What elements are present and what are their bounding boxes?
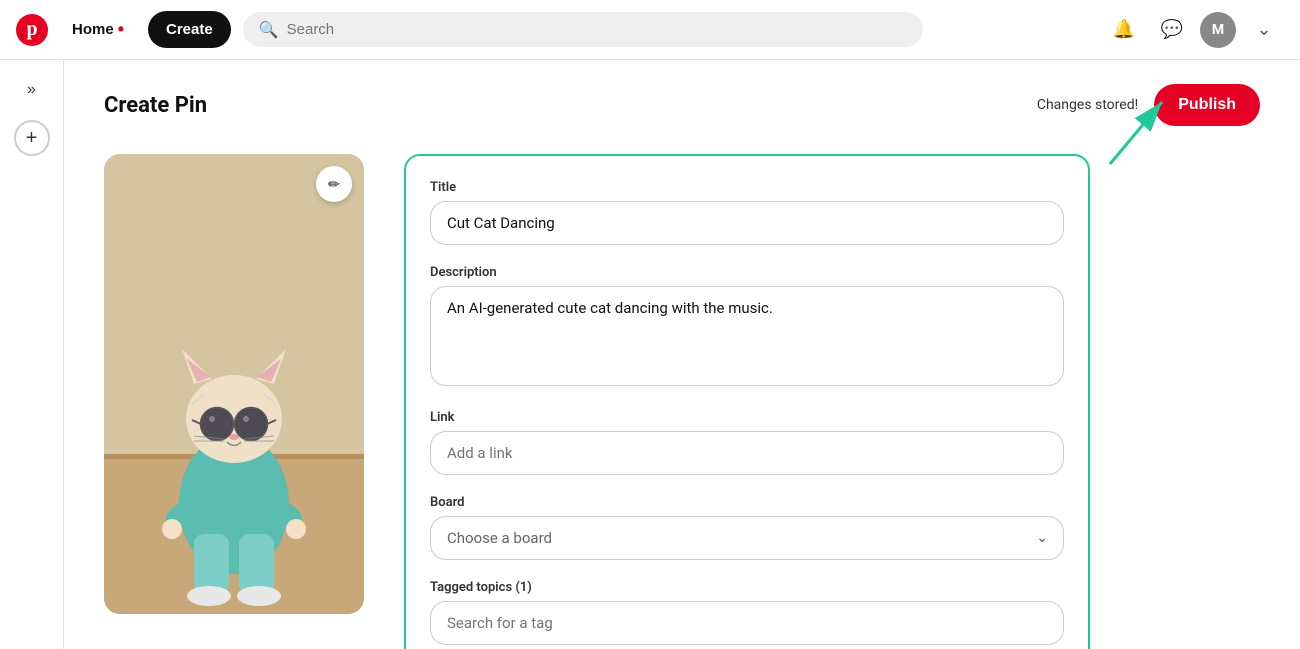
title-label: Title (430, 180, 1064, 195)
link-label: Link (430, 410, 1064, 425)
avatar[interactable]: M (1200, 12, 1236, 48)
main-content: Create Pin Changes stored! Publish (64, 60, 1300, 649)
bell-icon: 🔔 (1113, 19, 1135, 40)
messages-button[interactable]: 💬 (1152, 10, 1192, 50)
page-header: Create Pin Changes stored! Publish (104, 84, 1260, 126)
sidebar-add-button[interactable]: + (14, 120, 50, 156)
board-select[interactable]: Choose a board (430, 516, 1064, 560)
nav-right: 🔔 💬 M ⌄ (1104, 10, 1284, 50)
cat-svg (104, 154, 364, 614)
chevron-right-icon: » (27, 81, 36, 99)
pinterest-logo[interactable]: p (16, 14, 48, 46)
description-input[interactable] (430, 286, 1064, 386)
top-nav: p Home• Create 🔍 🔔 💬 M ⌄ (0, 0, 1300, 60)
search-input[interactable] (287, 21, 907, 38)
search-icon: 🔍 (259, 20, 279, 39)
nav-expand-button[interactable]: ⌄ (1244, 10, 1284, 50)
tagged-topics-label: Tagged topics (1) (430, 580, 1064, 595)
form-panel: Title Description Link Board (404, 154, 1090, 649)
home-label: Home (72, 21, 114, 38)
board-group: Board Choose a board ⌄ (430, 495, 1064, 560)
publish-button[interactable]: Publish (1154, 84, 1260, 126)
board-select-wrap: Choose a board ⌄ (430, 516, 1064, 560)
home-button[interactable]: Home• (60, 11, 136, 48)
sidebar-collapse-button[interactable]: » (14, 72, 50, 108)
message-icon: 💬 (1161, 19, 1183, 40)
changes-stored-text: Changes stored! (1037, 97, 1138, 113)
page-title: Create Pin (104, 93, 207, 118)
link-group: Link (430, 410, 1064, 475)
content-area: ✏ Title Description Link (104, 154, 1090, 649)
description-label: Description (430, 265, 1064, 280)
link-input[interactable] (430, 431, 1064, 475)
tagged-topics-group: Tagged topics (1) Don't worry, people wo… (430, 580, 1064, 649)
title-group: Title (430, 180, 1064, 245)
notifications-button[interactable]: 🔔 (1104, 10, 1144, 50)
edit-image-button[interactable]: ✏ (316, 166, 352, 202)
tag-search-input[interactable] (430, 601, 1064, 645)
home-dot: • (118, 19, 124, 40)
plus-icon: + (26, 127, 38, 150)
sidebar: » + (0, 60, 64, 649)
main-layout: » + Create Pin Changes stored! Publish (0, 60, 1300, 649)
search-bar: 🔍 (243, 12, 923, 47)
header-right: Changes stored! Publish (1037, 84, 1260, 126)
title-input[interactable] (430, 201, 1064, 245)
cat-image-inner (104, 154, 364, 614)
board-label: Board (430, 495, 1064, 510)
chevron-down-icon: ⌄ (1256, 19, 1271, 40)
description-group: Description (430, 265, 1064, 390)
pin-image: ✏ (104, 154, 364, 614)
create-button[interactable]: Create (148, 11, 231, 48)
pencil-icon: ✏ (328, 176, 340, 193)
image-panel: ✏ (104, 154, 364, 614)
